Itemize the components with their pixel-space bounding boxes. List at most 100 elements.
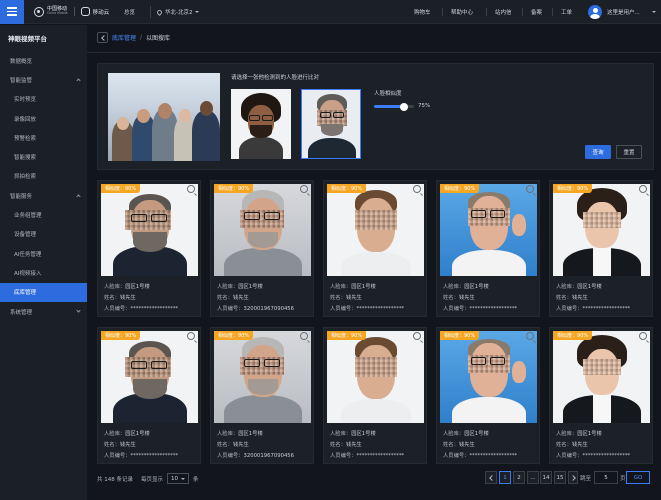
sidebar-item-overview[interactable]: 数据概览	[0, 51, 87, 70]
source-image	[108, 73, 220, 161]
result-card[interactable]: 相似度：90% 人脸库：园区1号楼 姓名：钱先生 人员编号：3200019670…	[210, 180, 314, 317]
page-button[interactable]: 1	[499, 471, 511, 484]
similarity-badge: 相似度：90%	[101, 331, 141, 340]
result-card[interactable]: 相似度：90% 人脸库：园区1号楼 姓名：钱先生 人员编号：**********…	[436, 180, 540, 317]
region-selector[interactable]: 华北-北京2	[150, 6, 200, 18]
result-card[interactable]: 相似度：90% 人脸库：园区1号楼 姓名：钱先生 人员编号：**********…	[97, 327, 201, 464]
similarity-handle[interactable]	[400, 102, 408, 111]
sidebar-item-alerts[interactable]: 预警检索	[0, 128, 87, 147]
sidebar-item-ai-tasks[interactable]: AI任务管理	[0, 244, 87, 263]
user-avatar-icon[interactable]	[588, 5, 602, 19]
menu-icon[interactable]	[0, 0, 24, 24]
breadcrumb-current: 以图搜库	[146, 35, 171, 42]
zoom-in-icon[interactable]	[187, 185, 195, 193]
nav-filing[interactable]: 备案	[531, 8, 542, 16]
face-photo	[101, 331, 198, 423]
sidebar-item-devices[interactable]: 设备管理	[0, 225, 87, 244]
chevron-up-icon	[76, 194, 81, 199]
zoom-in-icon[interactable]	[526, 332, 534, 340]
sidebar-item-live[interactable]: 实时预览	[0, 90, 87, 109]
page-unit: 页	[620, 476, 626, 482]
card-id: 人员编号：******************	[443, 453, 518, 459]
similarity-value: 75%	[418, 103, 431, 109]
face-thumbnail-2[interactable]	[301, 89, 361, 159]
back-icon[interactable]	[97, 32, 108, 43]
zoom-in-icon[interactable]	[639, 332, 647, 340]
nav-tickets[interactable]: 工单	[561, 8, 572, 16]
result-card[interactable]: 相似度：90% 人脸库：园区1号楼 姓名：钱先生 人员编号：**********…	[549, 327, 653, 464]
sidebar-item-capture[interactable]: 抓拍检索	[0, 167, 87, 186]
card-library: 人脸库：园区1号楼	[104, 431, 150, 437]
nav-cart[interactable]: 购物车	[414, 8, 431, 16]
face-photo	[214, 184, 311, 276]
region-label: 华北-北京2	[165, 10, 193, 16]
page-button[interactable]: 14	[540, 471, 552, 484]
sidebar-item-system[interactable]: 系统管理	[0, 302, 87, 321]
face-photo	[553, 184, 650, 276]
result-card[interactable]: 相似度：90% 人脸库：园区1号楼 姓名：钱先生 人员编号：**********…	[97, 180, 201, 317]
brand-logo[interactable]: 中国移动 China Mobile 移动云	[34, 6, 109, 17]
location-pin-icon	[155, 8, 164, 16]
card-library: 人脸库：园区1号楼	[217, 284, 263, 290]
face-thumbnail-1[interactable]	[231, 89, 291, 159]
breadcrumb-parent[interactable]: 底库管理	[112, 33, 136, 42]
user-chevron-down-icon[interactable]	[652, 11, 656, 13]
face-photo	[440, 331, 537, 423]
query-button[interactable]: 查询	[585, 145, 611, 159]
sidebar-item-groups[interactable]: 业务组管理	[0, 205, 87, 224]
page-ellipsis[interactable]: ...	[527, 471, 539, 484]
similarity-slider[interactable]	[374, 102, 414, 111]
sidebar-item-ai-video[interactable]: AI视频接入	[0, 263, 87, 282]
per-page-unit: 条	[193, 476, 199, 483]
next-page-button[interactable]	[568, 471, 578, 484]
face-photo	[553, 331, 650, 423]
sidebar-item-library[interactable]: 底库管理	[0, 282, 87, 302]
zoom-in-icon[interactable]	[187, 332, 195, 340]
pagination-summary: 共 148 条记录 每页显示 10 条	[97, 473, 199, 484]
page-size-select[interactable]: 10	[167, 473, 190, 484]
zoom-in-icon[interactable]	[413, 185, 421, 193]
zoom-in-icon[interactable]	[413, 332, 421, 340]
sidebar-item-monitor[interactable]: 智能监管	[0, 70, 87, 89]
nav-help[interactable]: 帮助中心	[451, 8, 473, 16]
card-library: 人脸库：园区1号楼	[104, 284, 150, 290]
chevron-down-icon	[195, 11, 200, 13]
card-id: 人员编号：******************	[443, 306, 518, 312]
sidebar-item-playback[interactable]: 录像回放	[0, 109, 87, 128]
card-id: 人员编号：******************	[330, 306, 405, 312]
card-library: 人脸库：园区1号楼	[443, 431, 489, 437]
jump-page-input[interactable]: 5	[594, 471, 618, 484]
face-select-prompt: 请选择一张他检测到的人脸进行比对	[231, 75, 320, 81]
sidebar-item-services[interactable]: 智能服务	[0, 186, 87, 205]
sidebar: 神眼视频平台 数据概览 智能监管 实时预览 录像回放 预警检索 智能搜索 抓拍检…	[0, 25, 87, 500]
result-card[interactable]: 相似度：90% 人脸库：园区1号楼 姓名：钱先生 人员编号：3200019670…	[210, 327, 314, 464]
face-photo	[440, 184, 537, 276]
card-library: 人脸库：园区1号楼	[330, 284, 376, 290]
chevron-down-icon	[181, 477, 186, 480]
page-button[interactable]: 2	[513, 471, 525, 484]
result-card[interactable]: 相似度：90% 人脸库：园区1号楼 姓名：钱先生 人员编号：**********…	[436, 327, 540, 464]
platform-title: 神眼视频平台	[8, 35, 47, 43]
nav-messages[interactable]: 站内信	[495, 8, 512, 16]
zoom-in-icon[interactable]	[526, 185, 534, 193]
page-button[interactable]: 15	[554, 471, 566, 484]
prev-page-button[interactable]	[485, 471, 497, 484]
result-card[interactable]: 相似度：90% 人脸库：园区1号楼 姓名：钱先生 人员编号：**********…	[323, 327, 427, 464]
similarity-badge: 相似度：90%	[101, 184, 141, 193]
user-name[interactable]: 这里是用户...	[607, 8, 640, 16]
sidebar-item-smart-search[interactable]: 智能搜索	[0, 147, 87, 166]
similarity-badge: 相似度：90%	[327, 184, 367, 193]
reset-button[interactable]: 重置	[616, 145, 642, 159]
card-id: 人员编号：******************	[330, 453, 405, 459]
result-card[interactable]: 相似度：90% 人脸库：园区1号楼 姓名：钱先生 人员编号：**********…	[549, 180, 653, 317]
similarity-label: 人脸相似度	[374, 91, 402, 97]
go-button[interactable]: GO	[626, 471, 650, 484]
result-card[interactable]: 相似度：90% 人脸库：园区1号楼 姓名：钱先生 人员编号：**********…	[323, 180, 427, 317]
nav-overview[interactable]: 总览	[124, 8, 135, 16]
zoom-in-icon[interactable]	[300, 185, 308, 193]
chevron-up-icon	[76, 78, 81, 83]
zoom-in-icon[interactable]	[300, 332, 308, 340]
chevron-down-icon	[76, 308, 81, 313]
breadcrumb-separator: /	[140, 34, 143, 41]
zoom-in-icon[interactable]	[639, 185, 647, 193]
